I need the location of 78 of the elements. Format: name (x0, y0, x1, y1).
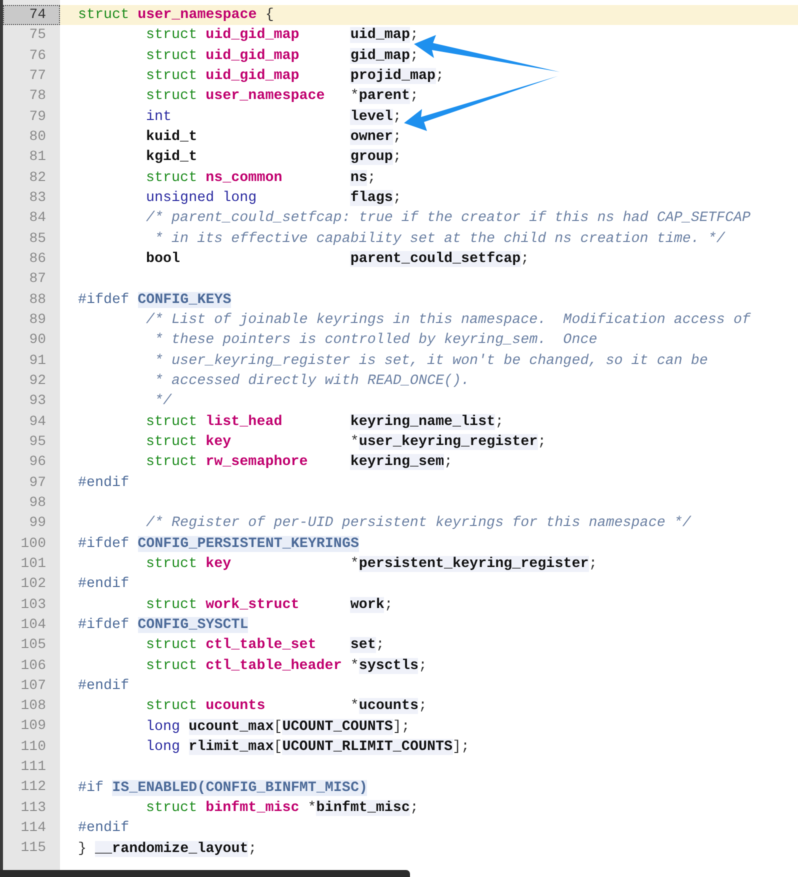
line-number: 107 (20, 676, 47, 696)
line-number: 103 (20, 596, 47, 615)
line-number: 113 (20, 798, 47, 818)
code-line: #ifdef CONFIG_SYSCTL (78, 617, 248, 633)
line-number: 80 (28, 128, 47, 147)
code-line: #ifdef CONFIG_KEYS (78, 292, 232, 308)
line-number: 88 (28, 290, 47, 310)
line-number: 77 (28, 66, 47, 86)
line-number: 75 (28, 26, 47, 46)
code-line: * user_keyring_register is set, it won't be changed, so it can be (154, 352, 708, 369)
line-number: 79 (28, 108, 47, 127)
line-number: 87 (28, 270, 47, 290)
code-line: kuid_t owner; (146, 129, 402, 146)
code-line: bool parent_could_setfcap; (146, 251, 530, 268)
line-number: 115 (20, 839, 47, 858)
line-number: 99 (28, 514, 47, 534)
code-line: struct ns_common ns; (146, 170, 376, 186)
line-number: 81 (28, 148, 47, 168)
code-line: struct ctl_table_header *sysctls; (146, 658, 427, 674)
code-line: */ (154, 393, 172, 410)
code-line: /* parent_could_setfcap: true if the creator if this ns had CAP_SETFCAP (146, 210, 750, 226)
code-line: struct ctl_table_set set; (146, 637, 384, 654)
line-number: 89 (28, 310, 47, 330)
code-line: #if IS_ENABLED(CONFIG_BINFMT_MISC) (78, 780, 368, 796)
line-number: 90 (28, 331, 47, 350)
code-line: struct ucounts *ucounts; (146, 698, 427, 714)
line-number: 96 (28, 453, 47, 472)
line-number: 94 (28, 412, 47, 432)
code-line: long ucount_max[UCOUNT_COUNTS]; (146, 718, 410, 735)
line-number: 109 (20, 717, 47, 736)
code-line: struct list_head keyring_name_list; (146, 414, 504, 430)
code-line: #endif (78, 474, 130, 491)
code-line: struct work_struct work; (146, 596, 393, 613)
code-line: struct uid_gid_map gid_map; (146, 48, 418, 64)
line-number: 106 (20, 656, 47, 676)
line-number: 102 (20, 575, 47, 594)
code-line: struct uid_gid_map projid_map; (146, 68, 444, 84)
line-number: 86 (28, 250, 47, 269)
code-line: struct key *user_keyring_register; (146, 434, 546, 450)
line-number: 98 (28, 494, 47, 513)
code-line: unsigned long flags; (146, 190, 402, 206)
code-line: #ifdef CONFIG_PERSISTENT_KEYRINGS (78, 536, 359, 552)
line-number: 84 (28, 209, 47, 228)
code-line: #endif (78, 820, 130, 836)
code-line: struct uid_gid_map uid_map; (146, 27, 418, 44)
line-number: 104 (20, 616, 47, 635)
line-number: 74 (3, 5, 60, 26)
code-line: * in its effective capability set at the child ns creation time. */ (154, 230, 725, 247)
line-number: 101 (20, 554, 47, 574)
code-line: struct user_namespace { (78, 7, 274, 24)
line-number: 95 (28, 432, 47, 452)
code-line: #endif (78, 678, 130, 694)
line-number: 83 (28, 188, 47, 208)
line-number: 93 (28, 392, 47, 412)
line-number: 105 (20, 636, 47, 656)
line-number: 85 (28, 230, 47, 249)
code-line: /* List of joinable keyrings in this namespace. Modification access of (146, 312, 750, 328)
line-number: 111 (20, 758, 47, 778)
line-number: 112 (20, 778, 47, 798)
line-number: 78 (28, 87, 47, 106)
code-line: /* Register of per-UID persistent keyrings for this namespace */ (146, 515, 691, 532)
line-number: 76 (28, 46, 47, 66)
code-line: * accessed directly with READ_ONCE(). (154, 373, 470, 390)
code-line: int level; (146, 108, 402, 125)
code-line: struct rw_semaphore keyring_sem; (146, 454, 453, 470)
line-number: 92 (28, 372, 47, 391)
line-number: 100 (20, 534, 47, 554)
line-number: 114 (20, 819, 47, 838)
line-number: 108 (20, 697, 47, 716)
line-number: 82 (28, 168, 47, 188)
line-number: 110 (20, 738, 47, 757)
code-line: struct user_namespace *parent; (146, 88, 418, 104)
code-line: kgid_t group; (146, 149, 402, 166)
line-number: 97 (28, 474, 47, 493)
code-line: #endif (78, 576, 130, 592)
line-number: 91 (28, 352, 47, 371)
code-line: * these pointers is controlled by keyring_sem. Once (154, 332, 598, 348)
code-line: struct binfmt_misc *binfmt_misc; (146, 800, 418, 816)
